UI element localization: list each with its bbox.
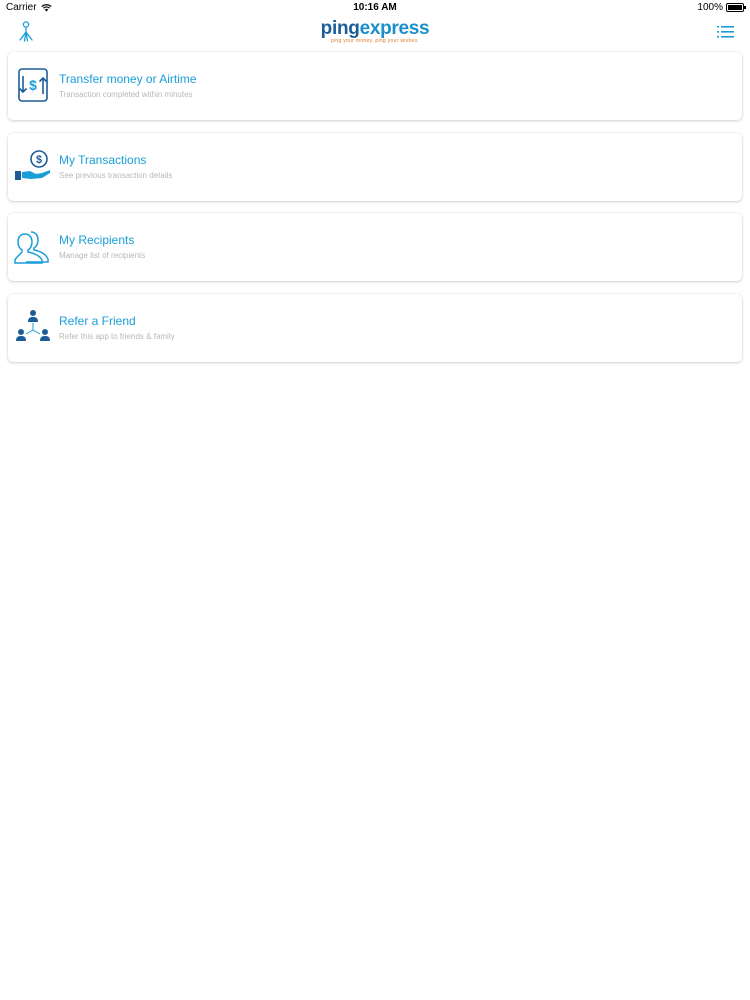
- status-right: 100%: [697, 2, 746, 13]
- menu-button[interactable]: [716, 22, 736, 42]
- menu-item-title: My Recipients: [59, 233, 135, 247]
- menu-item-transfer[interactable]: $ Transfer money or Airtime Transaction …: [8, 52, 742, 120]
- menu-item-title: Transfer money or Airtime: [59, 72, 197, 86]
- menu-list-icon: [717, 26, 734, 38]
- logo-express: express: [359, 18, 430, 39]
- logo-ping: ping: [320, 18, 360, 39]
- menu-item-transactions[interactable]: $ My Transactions See previous transacti…: [8, 132, 742, 201]
- refer-friend-icon: [16, 309, 50, 341]
- app-logo: pingexpress ping your money. ping your w…: [0, 18, 750, 47]
- menu-item-subtitle: Transaction completed within minutes: [59, 90, 193, 99]
- transactions-icon: $: [15, 149, 50, 180]
- status-bar: Carrier 10:16 AM 100%: [0, 0, 750, 16]
- battery-percent: 100%: [697, 2, 723, 13]
- svg-text:$: $: [36, 154, 42, 166]
- svg-text:$: $: [29, 77, 37, 93]
- menu-list: $ Transfer money or Airtime Transaction …: [8, 52, 742, 374]
- menu-item-title: Refer a Friend: [59, 313, 136, 328]
- menu-item-subtitle: Manage list of recipients: [59, 251, 146, 260]
- logo-text: pingexpress: [321, 18, 430, 39]
- status-time: 10:16 AM: [353, 2, 397, 13]
- menu-item-subtitle: See previous transaction details: [59, 170, 173, 180]
- menu-item-recipients[interactable]: My Recipients Manage list of recipients: [8, 213, 742, 281]
- transfer-money-icon: $: [18, 68, 48, 102]
- nav-bar: pingexpress ping your money. ping your w…: [0, 16, 750, 50]
- menu-item-refer[interactable]: Refer a Friend Refer this app to friends…: [8, 293, 742, 362]
- menu-item-subtitle: Refer this app to friends & family: [59, 331, 175, 341]
- recipients-icon: [14, 231, 49, 264]
- battery-icon: [726, 3, 746, 12]
- logo-tagline: ping your money. ping your wishes.: [330, 38, 420, 44]
- menu-item-title: My Transactions: [59, 152, 147, 167]
